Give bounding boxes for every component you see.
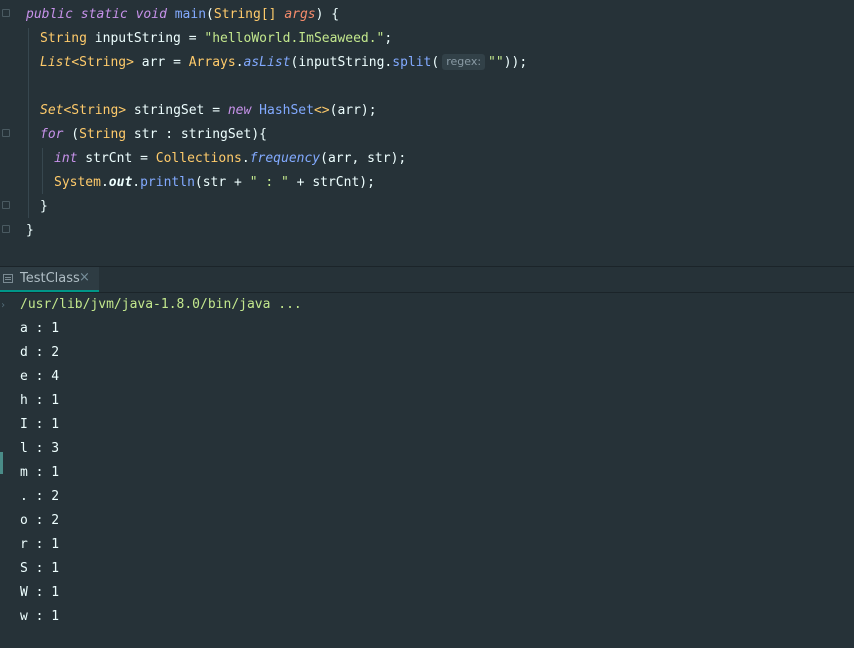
code-text: arr = [133, 55, 189, 70]
console-command: /usr/lib/jvm/java-1.8.0/bin/java ... [20, 297, 302, 312]
punctuation: . [235, 55, 244, 70]
type-name: Collections [155, 151, 242, 166]
punctuation: ( [63, 127, 80, 142]
field-name: out [108, 175, 133, 190]
code-line: String inputString = "helloWorld.ImSeawe… [40, 27, 392, 51]
method-name: split [392, 55, 432, 70]
keyword: int [54, 151, 78, 166]
console-line: l : 3 [20, 441, 60, 456]
punctuation: ; [384, 31, 393, 46]
string-literal: "helloWorld.ImSeaweed." [204, 31, 385, 46]
console-line: h : 1 [20, 393, 60, 408]
keyword: static [80, 7, 128, 22]
type-name: Set [40, 103, 64, 118]
keyword: for [40, 127, 64, 142]
console-output[interactable]: /usr/lib/jvm/java-1.8.0/bin/java ... a :… [0, 293, 854, 648]
method-name: asList [243, 55, 291, 70]
type-name: String [40, 31, 87, 46]
console-line: r : 1 [20, 537, 60, 552]
code-line: Set<String> stringSet = new HashSet<>(ar… [40, 99, 377, 123]
console-line: o : 2 [20, 513, 60, 528]
run-tab-bar: TestClass × [0, 267, 854, 293]
type-name: <String> [63, 103, 127, 118]
string-literal: " : " [249, 175, 289, 190]
punctuation: )); [503, 55, 528, 70]
type-name: String[] [213, 7, 277, 22]
keyword: void [135, 7, 167, 22]
console-line: . : 2 [20, 489, 60, 504]
code-text: + strCnt); [288, 175, 375, 190]
fold-marker-icon[interactable] [2, 201, 10, 209]
console-line: m : 1 [20, 465, 60, 480]
keyword: new [227, 103, 252, 118]
code-text: (inputString. [290, 55, 393, 70]
punctuation: ( [206, 7, 214, 22]
code-line: System.out.println(str + " : " + strCnt)… [54, 171, 375, 195]
console-icon [3, 274, 13, 283]
method-name: main [174, 7, 207, 22]
type-name: <String> [71, 55, 134, 70]
code-text: (str + [194, 175, 250, 190]
tab-testclass[interactable]: TestClass × [0, 267, 99, 292]
close-icon[interactable]: × [79, 270, 90, 285]
fold-marker-icon[interactable] [2, 225, 10, 233]
code-text: strCnt = [77, 151, 156, 166]
code-line: } [26, 219, 34, 243]
code-text: (arr, str); [320, 151, 407, 166]
punctuation: <> [313, 103, 330, 118]
code-text: inputString = [86, 31, 205, 46]
punctuation: ( [431, 55, 440, 70]
punctuation: . [241, 151, 250, 166]
type-name: List [40, 55, 72, 70]
string-literal: "" [488, 55, 504, 70]
method-name: frequency [249, 151, 321, 166]
fold-marker-icon[interactable] [2, 9, 10, 17]
parameter-hint: regex: [442, 54, 486, 70]
console-line: a : 1 [20, 321, 60, 336]
type-name: Arrays [188, 55, 236, 70]
method-name: println [140, 175, 195, 190]
code-text: (arr); [329, 103, 377, 118]
type-name: String [79, 127, 127, 142]
console-line: S : 1 [20, 561, 60, 576]
console-line: I : 1 [20, 417, 60, 432]
editor-gutter [0, 0, 14, 266]
code-line: public static void main(String[] args) { [26, 3, 339, 27]
tab-label: TestClass [20, 271, 80, 286]
parameter: args [284, 7, 316, 22]
console-line: e : 4 [20, 369, 60, 384]
type-name: System [54, 175, 101, 190]
code-line: } [40, 195, 48, 219]
indent-guide [42, 148, 43, 194]
console-line: W : 1 [20, 585, 60, 600]
fold-marker-icon[interactable] [2, 129, 10, 137]
closing-brace: } [26, 223, 34, 238]
punctuation: ) { [315, 7, 340, 22]
type-name: HashSet [259, 103, 314, 118]
code-text: stringSet = [126, 103, 228, 118]
code-editor[interactable]: public static void main(String[] args) {… [0, 0, 854, 266]
code-text: str : stringSet){ [126, 127, 267, 142]
console-line: d : 2 [20, 345, 60, 360]
keyword: public [26, 7, 73, 22]
code-line: List<String> arr = Arrays.asList(inputSt… [40, 51, 527, 75]
code-line: for (String str : stringSet){ [40, 123, 267, 147]
indent-guide [28, 28, 29, 218]
code-line: int strCnt = Collections.frequency(arr, … [54, 147, 406, 171]
closing-brace: } [40, 199, 48, 214]
punctuation: . [100, 175, 109, 190]
console-line: w : 1 [20, 609, 60, 624]
punctuation: . [132, 175, 141, 190]
